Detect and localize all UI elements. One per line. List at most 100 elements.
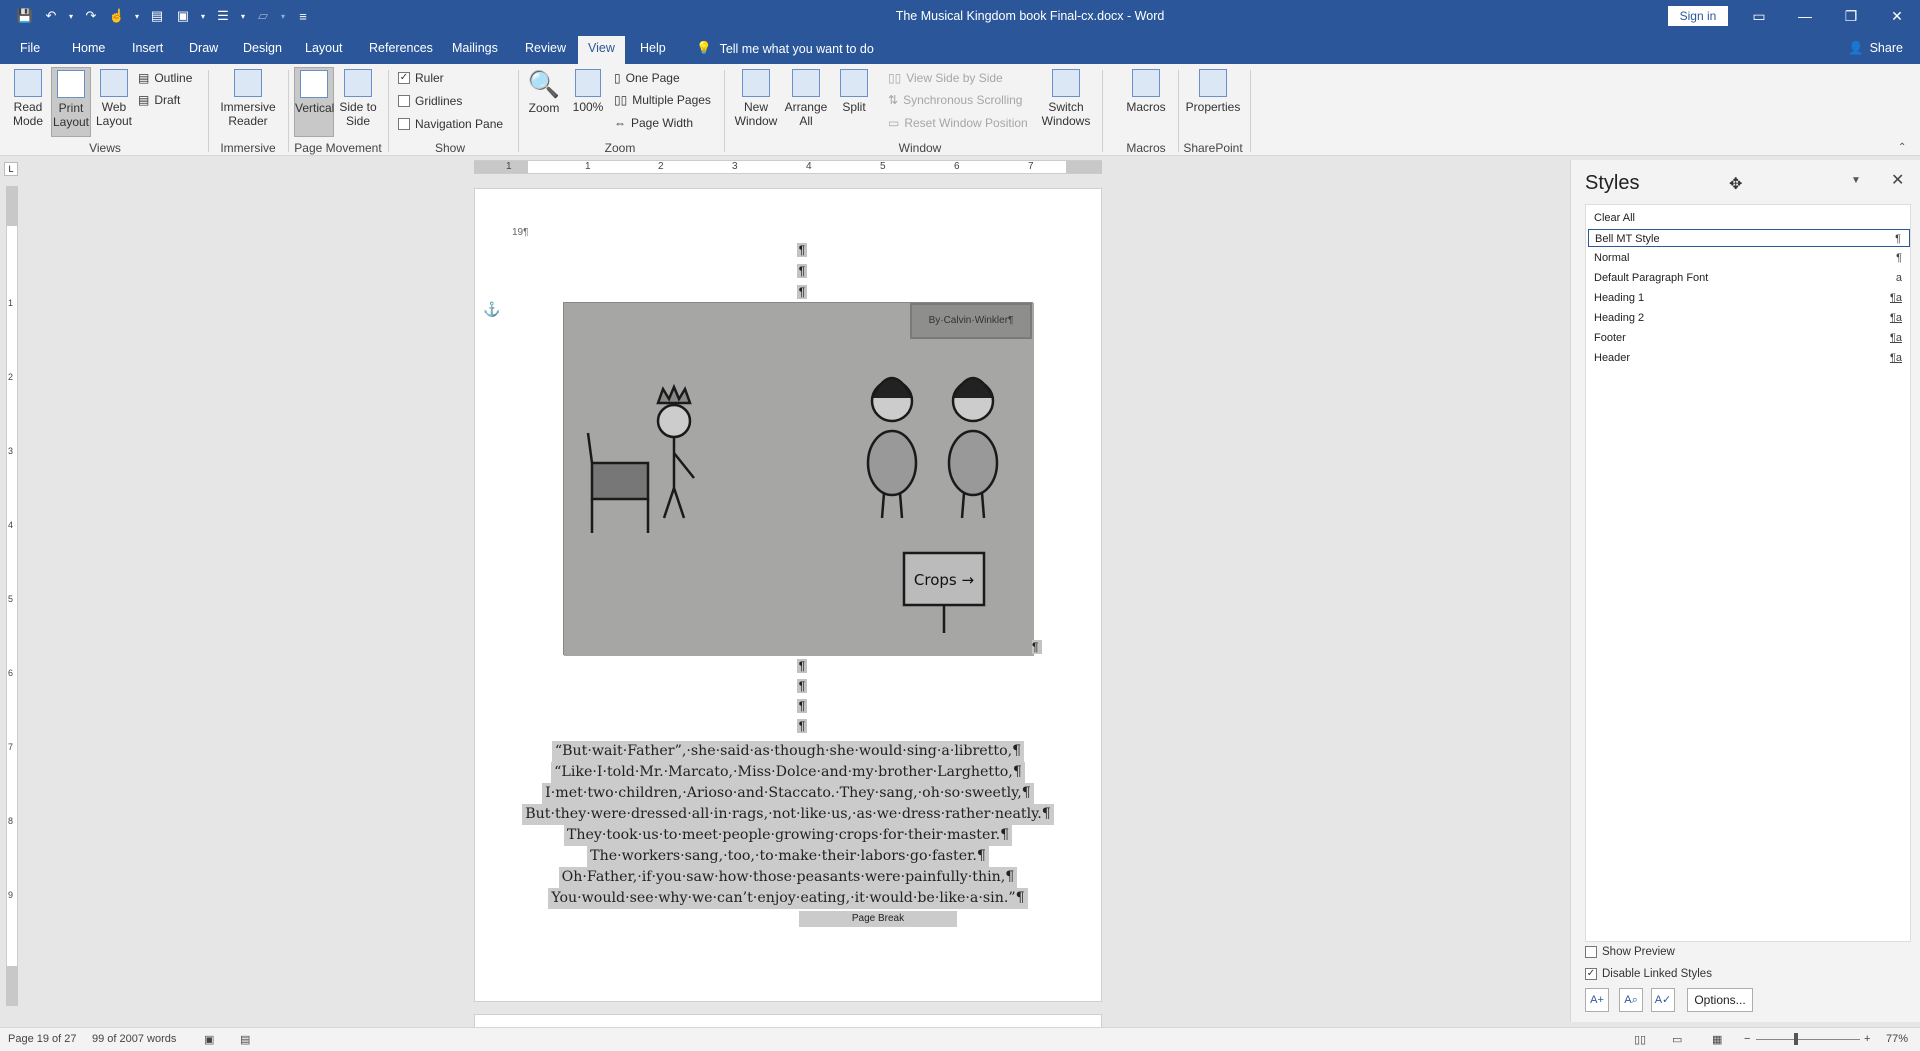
navigation-pane-checkbox[interactable]: Navigation Pane [398, 117, 503, 131]
style-item-heading-1[interactable]: Heading 1 ¶a [1588, 289, 1910, 307]
one-page-button[interactable]: ▯ One Page [614, 71, 680, 85]
tab-draw[interactable]: Draw [189, 41, 218, 55]
touch-dropdown-icon[interactable]: ▾ [132, 6, 142, 26]
save-icon[interactable]: 💾 [14, 6, 36, 26]
zoom-slider-thumb[interactable] [1794, 1033, 1798, 1045]
list-dropdown-icon[interactable]: ▾ [238, 6, 248, 26]
document-page[interactable]: 19¶ ⚓ ¶ ¶ ¶ Crops → By·Calvin·Winkler¶ ¶… [474, 188, 1102, 1002]
pane-options-dropdown-icon[interactable]: ▼ [1851, 175, 1861, 186]
minimize-icon[interactable]: — [1782, 0, 1828, 32]
close-pane-icon[interactable]: ✕ [1891, 170, 1904, 190]
print-layout-button[interactable]: Print Layout [51, 67, 91, 137]
tab-review[interactable]: Review [525, 41, 566, 55]
show-preview-checkbox[interactable]: Show Preview [1585, 946, 1675, 958]
undo-dropdown-icon[interactable]: ▾ [66, 6, 76, 26]
proofing-icon[interactable]: ▣ [204, 1033, 214, 1046]
gridlines-checkbox[interactable]: Gridlines [398, 94, 462, 108]
tab-layout[interactable]: Layout [305, 41, 343, 55]
split-button[interactable]: Split [834, 69, 874, 114]
new-style-icon: A+ [1590, 994, 1604, 1006]
options-button[interactable]: Options... [1687, 988, 1753, 1012]
ribbon-display-options-icon[interactable]: ▭ [1736, 0, 1782, 32]
tab-selector[interactable]: L [4, 162, 18, 176]
page-width-button[interactable]: ⇔ Page Width [614, 116, 693, 130]
undo-icon[interactable]: ↶ [40, 6, 62, 26]
read-mode-view-icon[interactable]: ▯▯ [1634, 1033, 1646, 1046]
outline-button[interactable]: ▤ Outline [138, 71, 192, 85]
tab-insert[interactable]: Insert [132, 41, 163, 55]
redo-icon[interactable]: ↷ [80, 6, 102, 26]
new-style-button[interactable]: A+ [1585, 988, 1609, 1012]
multiple-pages-button[interactable]: ▯▯ Multiple Pages [614, 93, 711, 107]
print-preview-icon[interactable]: ▤ [146, 6, 168, 26]
properties-button[interactable]: Properties [1182, 69, 1244, 114]
shape-icon[interactable]: ▱ [252, 6, 274, 26]
synchronous-scrolling-button[interactable]: ⇅ Synchronous Scrolling [888, 93, 1022, 107]
style-item-default-paragraph-font[interactable]: Default Paragraph Font a [1588, 269, 1910, 287]
zoom-out-icon[interactable]: − [1744, 1033, 1750, 1045]
tab-help[interactable]: Help [640, 41, 666, 55]
style-item-normal[interactable]: Normal ¶ [1588, 249, 1910, 267]
customize-qat-icon[interactable]: ≡ [292, 6, 314, 26]
style-item-clear-all[interactable]: Clear All [1588, 209, 1910, 227]
tab-file[interactable]: File [20, 41, 40, 55]
sign-in-button[interactable]: Sign in [1668, 6, 1728, 26]
form-dropdown-icon[interactable]: ▾ [198, 6, 208, 26]
tab-design[interactable]: Design [243, 41, 282, 55]
read-mode-button[interactable]: Read Mode [8, 69, 48, 128]
zoom-button[interactable]: 🔍 Zoom [524, 69, 564, 115]
zoom-in-icon[interactable]: + [1864, 1033, 1870, 1045]
close-icon[interactable]: ✕ [1874, 0, 1920, 32]
view-side-by-side-button[interactable]: ▯▯ View Side by Side [888, 71, 1003, 85]
tell-me-search[interactable]: 💡 Tell me what you want to do [696, 41, 874, 56]
arrange-all-button[interactable]: Arrange All [784, 69, 828, 128]
zoom-level[interactable]: 77% [1886, 1033, 1908, 1045]
manage-styles-button[interactable]: A✓ [1651, 988, 1675, 1012]
ruler-checkbox[interactable]: ✓ Ruler [398, 71, 444, 85]
anchor-icon[interactable]: ⚓ [483, 301, 500, 318]
tab-home[interactable]: Home [72, 41, 105, 55]
page-counter[interactable]: Page 19 of 27 [8, 1033, 77, 1045]
tab-references[interactable]: References [369, 41, 433, 55]
reset-window-position-button[interactable]: ▭ Reset Window Position [888, 116, 1028, 130]
style-name: Header [1594, 352, 1631, 364]
new-window-button[interactable]: New Window [732, 69, 780, 128]
touch-mode-icon[interactable]: ☝ [106, 6, 128, 26]
print-layout-icon [57, 70, 85, 98]
form-icon[interactable]: ▣ [172, 6, 194, 26]
poem-text[interactable]: “But·wait·Father”,·she·said·as·though·sh… [475, 741, 1101, 909]
disable-linked-styles-checkbox[interactable]: ✓ Disable Linked Styles [1585, 968, 1712, 980]
style-item-bell-mt-style[interactable]: Bell MT Style ¶ [1588, 229, 1910, 247]
macros-button[interactable]: Macros [1124, 69, 1168, 114]
switch-windows-button[interactable]: Switch Windows [1038, 69, 1094, 128]
web-layout-button[interactable]: Web Layout [94, 69, 134, 128]
title-bar: 💾 ↶ ▾ ↷ ☝ ▾ ▤ ▣ ▾ ☰ ▾ ▱ ▾ ≡ The Musical … [0, 0, 1920, 32]
horizontal-ruler[interactable]: 1 1 2 3 4 5 6 7 [474, 160, 1102, 174]
shape-dropdown-icon[interactable]: ▾ [278, 6, 288, 26]
immersive-reader-button[interactable]: Immersive Reader [216, 69, 280, 128]
web-layout-view-icon[interactable]: ▦ [1712, 1033, 1722, 1046]
illustration-picture[interactable]: Crops → By·Calvin·Winkler¶ ¶ [563, 302, 1042, 656]
style-item-footer[interactable]: Footer ¶a [1588, 329, 1910, 347]
print-layout-view-icon[interactable]: ▭ [1672, 1033, 1682, 1046]
zoom-slider[interactable] [1756, 1039, 1860, 1040]
side-to-side-button[interactable]: Side to Side [338, 69, 378, 128]
collapse-ribbon-icon[interactable]: ⌃ [1898, 142, 1906, 153]
draft-button[interactable]: ▤ Draft [138, 93, 180, 107]
zoom-100-button[interactable]: 100% [568, 69, 608, 114]
restore-icon[interactable]: ❐ [1828, 0, 1874, 32]
vertical-icon [300, 70, 328, 98]
vertical-button[interactable]: Vertical [294, 67, 334, 137]
caption-text-box[interactable]: By·Calvin·Winkler¶ [910, 303, 1032, 339]
list-icon[interactable]: ☰ [212, 6, 234, 26]
tab-view[interactable]: View [578, 36, 625, 64]
poem-line: You·would·see·why·we·can’t·enjoy·eating,… [548, 888, 1028, 909]
style-item-heading-2[interactable]: Heading 2 ¶a [1588, 309, 1910, 327]
macro-record-icon[interactable]: ▤ [240, 1033, 250, 1046]
style-item-header[interactable]: Header ¶a [1588, 349, 1910, 367]
tab-mailings[interactable]: Mailings [452, 41, 498, 55]
share-button[interactable]: 👤 Share [1848, 41, 1903, 56]
word-counter[interactable]: 99 of 2007 words [92, 1033, 176, 1045]
style-inspector-button[interactable]: A⌕ [1619, 988, 1643, 1012]
vertical-ruler[interactable]: 1 2 3 4 5 6 7 8 9 [6, 186, 18, 1006]
